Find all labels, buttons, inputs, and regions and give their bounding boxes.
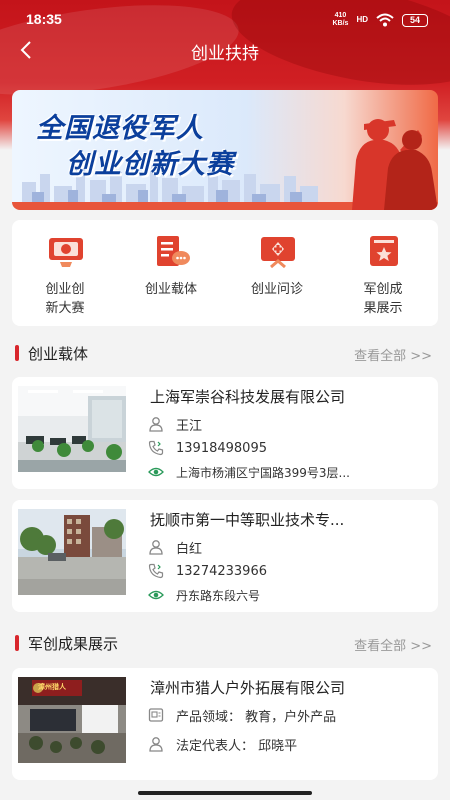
carrier-card[interactable]: 上海军崇谷科技发展有限公司 王江 13918498095 上海市杨浦区宁国路39… — [12, 377, 438, 489]
document-icon — [148, 708, 164, 722]
section-title: 创业载体 — [28, 345, 89, 363]
phone-row: 13274233966 — [148, 561, 428, 581]
section-accent-bar — [15, 345, 19, 361]
menu-item-consult[interactable]: 创业问诊 — [224, 220, 330, 326]
showroom-photo: 漳州猎人 — [18, 677, 126, 763]
school-photo — [18, 509, 126, 595]
home-indicator[interactable] — [138, 791, 312, 795]
eye-location-icon — [148, 590, 164, 600]
product-field: 产品领域： 教育，户外产品 — [176, 709, 337, 725]
award-certificate-icon — [49, 238, 83, 267]
company-name: 漳州市猎人户外拓展有限公司 — [150, 679, 346, 697]
person-icon — [149, 417, 163, 432]
contact-name: 王江 — [176, 418, 203, 434]
achievement-card[interactable]: 漳州猎人 漳州市猎人户外拓展有限公司 产品领域： 教育，户外产品 法定代表人： … — [12, 668, 438, 780]
contact-phone: 13274233966 — [176, 563, 267, 579]
contact-phone: 13918498095 — [176, 440, 267, 456]
battery-indicator: 54 — [402, 13, 428, 27]
menu-item-achievements[interactable]: 军创成果展示 — [330, 220, 436, 326]
wifi-icon — [376, 13, 394, 27]
section-accent-bar — [15, 635, 19, 651]
star-book-icon — [370, 236, 398, 266]
view-all-link[interactable]: 查看全部 >> — [354, 345, 432, 364]
status-indicators: 410 KB/s HD 54 — [332, 12, 428, 28]
address-row: 上海市杨浦区宁国路399号3层... — [148, 462, 428, 482]
contest-banner[interactable]: 全国退役军人 创业创新大赛 — [12, 90, 438, 210]
network-speed-value: 410 — [334, 12, 347, 19]
section-header-achievements: 军创成果展示 查看全部 >> — [0, 630, 450, 656]
menu-item-contest[interactable]: 创业创新大赛 — [12, 220, 118, 326]
menu-item-carrier[interactable]: 创业载体 — [118, 220, 224, 326]
banner-title-line2: 创业创新大赛 — [66, 149, 234, 180]
phone-row: 13918498095 — [148, 438, 428, 458]
eye-location-icon — [148, 467, 164, 477]
person-icon — [149, 540, 163, 555]
person-icon — [149, 737, 163, 752]
nav-bar: 创业扶持 — [0, 30, 450, 70]
hd-badge: HD — [356, 15, 368, 24]
contact-name: 白红 — [176, 541, 203, 557]
address-text: 丹东路东段六号 — [176, 588, 261, 603]
menu-label: 创业创新大赛 — [45, 282, 85, 316]
phone-icon — [148, 440, 164, 456]
network-speed: 410 KB/s — [332, 12, 348, 28]
contact-row: 王江 — [148, 414, 428, 434]
quick-menu: 创业创新大赛 创业载体 创业问诊 军创成果展示 — [12, 220, 438, 326]
status-time: 18:35 — [26, 11, 62, 27]
carrier-card[interactable]: 抚顺市第一中等职业技术专... 白红 13274233966 丹东路东段六号 — [12, 500, 438, 612]
section-title: 军创成果展示 — [28, 635, 119, 653]
document-chat-icon — [157, 236, 190, 266]
menu-label: 创业载体 — [144, 282, 197, 297]
address-text: 上海市杨浦区宁国路399号3层... — [176, 465, 350, 480]
legal-representative: 法定代表人： 邱晓平 — [176, 738, 298, 754]
field-row: 产品领域： 教育，户外产品 — [148, 705, 428, 725]
contact-row: 白红 — [148, 537, 428, 557]
section-header-carrier: 创业载体 查看全部 >> — [0, 340, 450, 366]
address-row: 丹东路东段六号 — [148, 585, 428, 605]
legal-rep-row: 法定代表人： 邱晓平 — [148, 734, 428, 754]
office-photo — [18, 386, 126, 472]
phone-icon — [148, 563, 164, 579]
consult-board-icon — [261, 237, 295, 268]
photo-sign-text: 漳州猎人 — [38, 683, 66, 691]
menu-label: 创业问诊 — [250, 282, 303, 297]
network-speed-unit: KB/s — [332, 20, 349, 27]
banner-title-line1: 全国退役军人 — [36, 113, 204, 144]
menu-label: 军创成果展示 — [363, 282, 403, 316]
view-all-link[interactable]: 查看全部 >> — [354, 635, 432, 654]
company-name: 上海军崇谷科技发展有限公司 — [150, 388, 346, 406]
company-name: 抚顺市第一中等职业技术专... — [150, 511, 345, 529]
page-title: 创业扶持 — [191, 44, 259, 64]
